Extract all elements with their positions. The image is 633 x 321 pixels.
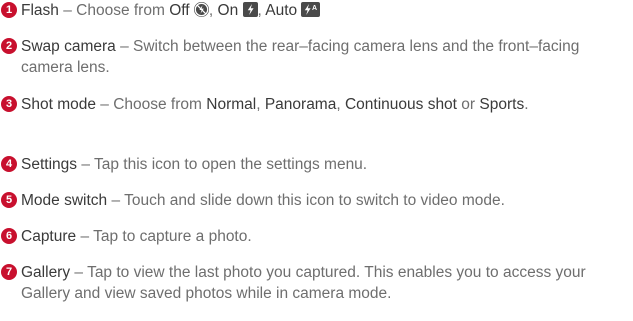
option-on: On [217, 2, 239, 19]
item-desc: – Tap to view the last photo you capture… [21, 264, 586, 302]
item-desc: – Tap to capture a photo. [76, 228, 252, 245]
item-desc: – Touch and slide down this icon to swit… [107, 192, 505, 209]
number-badge: 1 [1, 2, 17, 18]
list-item-settings: 4 Settings – Tap this icon to open the s… [0, 154, 630, 175]
item-term: Swap camera [21, 38, 116, 55]
item-text: Flash – Choose from Off , On , Auto A [21, 0, 630, 21]
list-item-swap-camera: 2 Swap camera – Switch between the rear–… [0, 36, 630, 78]
flash-off-icon [193, 2, 209, 17]
list-item-shot-mode: 3 Shot mode – Choose from Normal, Panora… [0, 94, 630, 115]
item-text: Gallery – Tap to view the last photo you… [21, 262, 630, 304]
list-item-flash: 1 Flash – Choose from Off , On , Auto A [0, 0, 630, 21]
item-desc: – Choose from [58, 2, 170, 19]
number-badge: 3 [1, 96, 17, 112]
auto-letter: A [312, 5, 317, 12]
number-badge: 7 [1, 264, 17, 280]
item-term: Gallery [21, 264, 71, 281]
item-term: Flash [21, 2, 59, 19]
flash-auto-icon: A [301, 2, 321, 17]
item-text: Swap camera – Switch between the rear–fa… [21, 36, 630, 78]
option-panorama: Panorama [264, 96, 337, 113]
item-text: Settings – Tap this icon to open the set… [21, 154, 630, 175]
option-sports: Sports [479, 96, 525, 113]
item-text: Capture – Tap to capture a photo. [21, 226, 630, 247]
item-text: Shot mode – Choose from Normal, Panorama… [21, 94, 630, 115]
list-item-capture: 6 Capture – Tap to capture a photo. [0, 226, 630, 247]
option-off: Off [169, 2, 190, 19]
option-normal: Normal [206, 96, 257, 113]
item-desc: – Choose from [95, 96, 207, 113]
number-badge: 2 [1, 38, 17, 54]
number-badge: 6 [1, 228, 17, 244]
number-badge: 5 [1, 192, 17, 208]
item-term: Mode switch [21, 192, 108, 209]
separator: , [336, 96, 345, 113]
item-end: . [524, 96, 529, 113]
option-auto: Auto [265, 2, 298, 19]
separator: or [457, 96, 480, 113]
separator: , [208, 2, 218, 19]
item-term: Shot mode [21, 96, 96, 113]
option-continuous-shot: Continuous shot [344, 96, 457, 113]
number-badge: 4 [1, 156, 17, 172]
item-term: Capture [21, 228, 77, 245]
item-term: Settings [21, 156, 78, 173]
list-item-mode-switch: 5 Mode switch – Touch and slide down thi… [0, 190, 630, 211]
list-item-gallery: 7 Gallery – Tap to view the last photo y… [0, 262, 630, 304]
item-text: Mode switch – Touch and slide down this … [21, 190, 630, 211]
flash-on-icon [242, 2, 258, 17]
separator: , [256, 96, 265, 113]
item-desc: – Tap this icon to open the settings men… [77, 156, 368, 173]
